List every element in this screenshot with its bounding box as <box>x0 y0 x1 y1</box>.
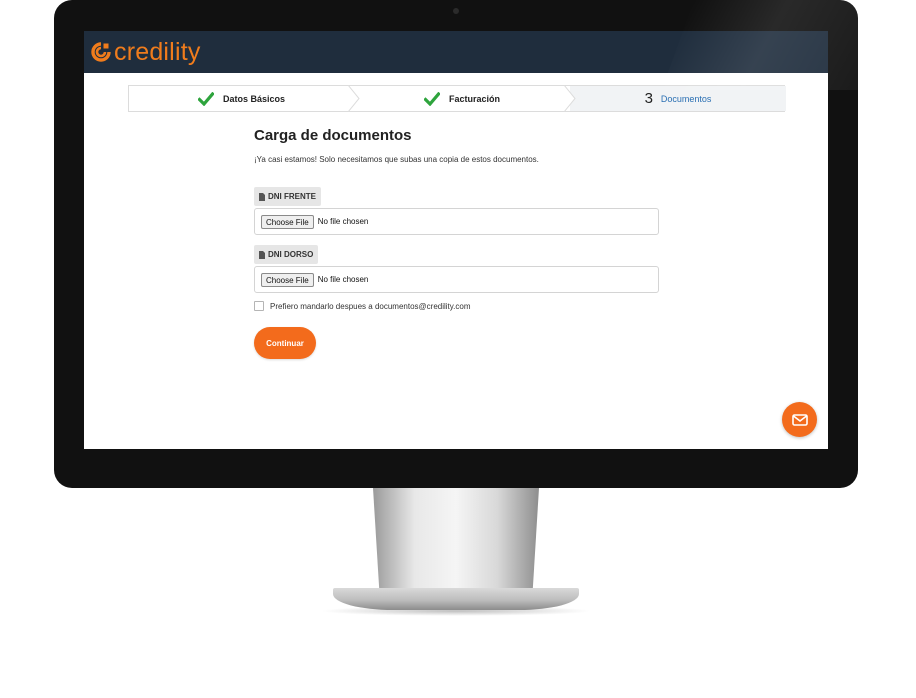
contact-mail-button[interactable] <box>782 402 817 437</box>
choose-file-button[interactable]: Choose File <box>261 272 314 287</box>
page-title: Carga de documentos <box>254 127 412 144</box>
step-facturacion[interactable]: Facturación <box>354 85 576 112</box>
step-separator <box>348 85 360 112</box>
send-later-checkbox[interactable] <box>254 301 264 311</box>
check-icon <box>423 91 440 106</box>
continue-button[interactable]: Continuar <box>254 327 316 359</box>
send-later-option[interactable]: Prefiero mandarlo despues a documentos@c… <box>254 301 471 311</box>
page-subtitle: ¡Ya casi estamos! Solo necesitamos que s… <box>254 155 539 164</box>
step-label: Facturación <box>448 93 500 104</box>
choose-file-button[interactable]: Choose File <box>261 214 314 229</box>
step-separator <box>564 85 576 112</box>
dni-dorso-label: DNI DORSO <box>254 245 319 264</box>
mail-icon <box>791 413 808 426</box>
dni-frente-file-input[interactable]: Choose File No file chosen <box>254 208 659 235</box>
step-label: Datos Básicos <box>222 93 286 104</box>
monitor-stand-neck <box>373 488 539 596</box>
document-upload-form: Carga de documentos ¡Ya casi estamos! So… <box>254 127 659 359</box>
document-icon <box>259 192 265 201</box>
monitor-camera <box>453 8 459 14</box>
app-header: credility <box>84 31 828 73</box>
file-status: No file chosen <box>317 275 369 284</box>
screen: credility Datos Básicos Facturación 3 Do… <box>84 31 828 449</box>
step-datos-basicos[interactable]: Datos Básicos <box>129 85 360 112</box>
logo-mark-icon <box>91 42 111 62</box>
dni-dorso-file-input[interactable]: Choose File No file chosen <box>254 266 659 293</box>
dni-frente-label: DNI FRENTE <box>254 187 321 206</box>
check-icon <box>197 91 214 106</box>
monitor-stand-foot <box>333 588 579 610</box>
step-number: 3 <box>644 90 653 107</box>
send-later-label[interactable]: Prefiero mandarlo despues a documentos@c… <box>270 302 471 311</box>
file-status: No file chosen <box>317 217 369 226</box>
document-icon <box>259 250 265 259</box>
field-label-text: DNI FRENTE <box>268 192 316 201</box>
brand-logo[interactable]: credility <box>91 38 201 66</box>
step-documentos[interactable]: 3 Documentos <box>570 86 786 111</box>
field-label-text: DNI DORSO <box>268 250 314 259</box>
step-label: Documentos <box>660 93 712 104</box>
progress-stepper: Datos Básicos Facturación 3 Documentos <box>128 85 786 112</box>
brand-name: credility <box>114 38 201 66</box>
